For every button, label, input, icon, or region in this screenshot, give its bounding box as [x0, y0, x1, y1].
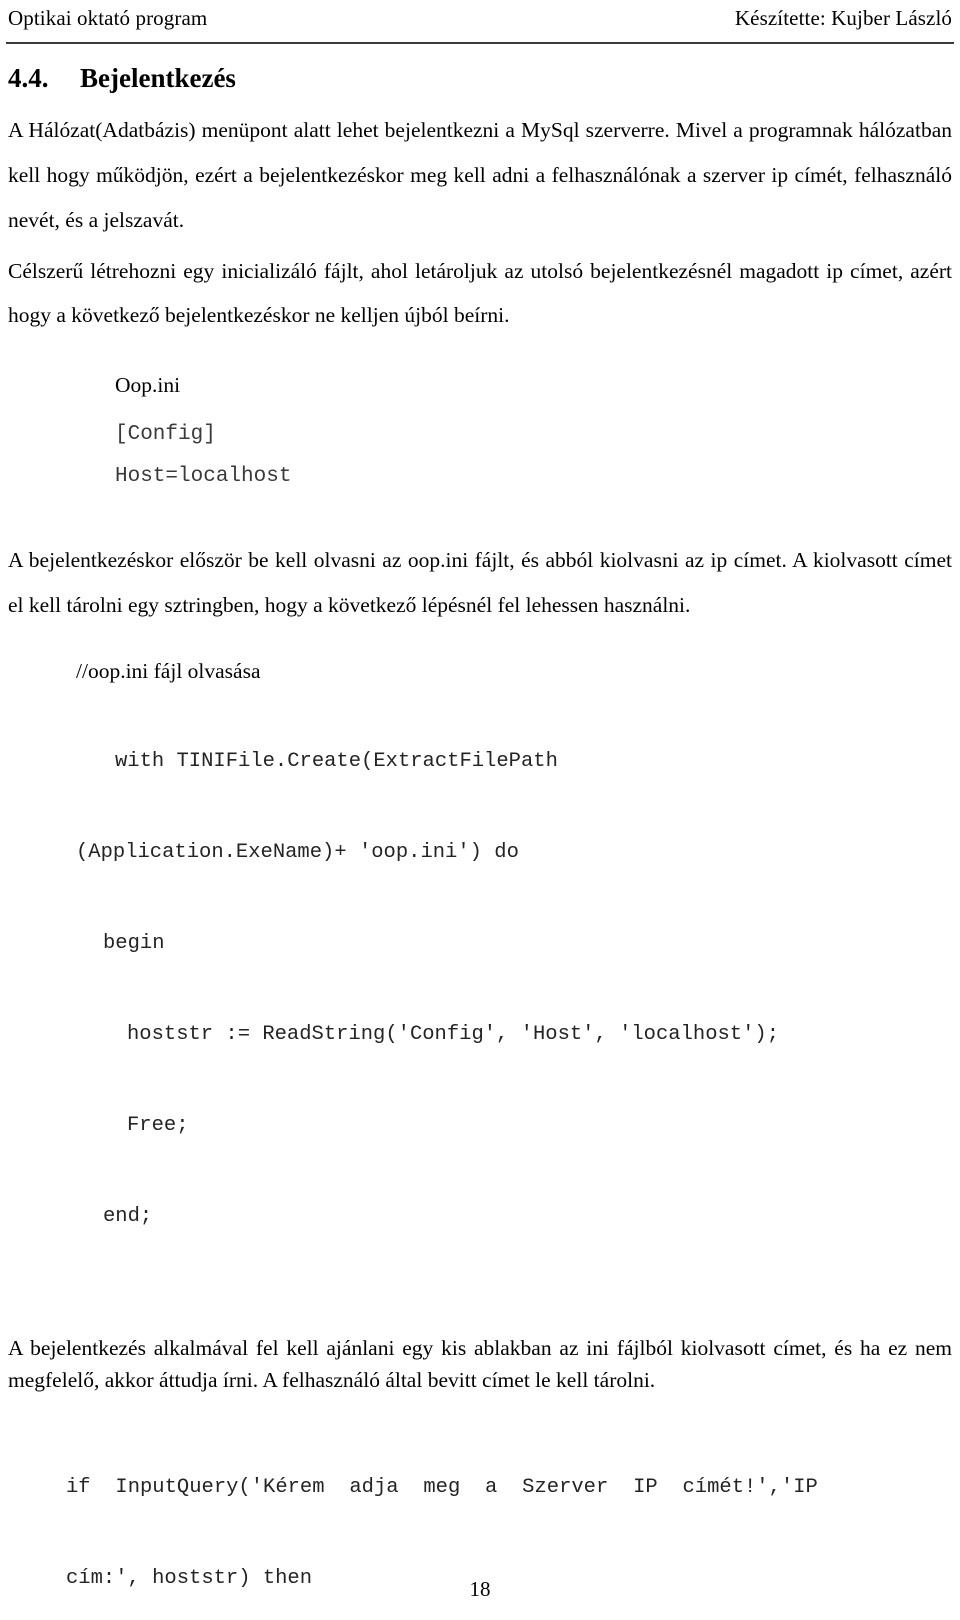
code-line: hoststr := ReadString('Config', 'Host', …: [127, 1023, 780, 1047]
page-header: Optikai oktató program Készítette: Kujbe…: [8, 6, 952, 30]
code-line: begin: [103, 932, 165, 956]
code-comment-read-ini: //oop.ini fájl olvasása: [76, 658, 261, 683]
header-right-author: Készítette: Kujber László: [734, 6, 952, 30]
section-heading: 4.4. Bejelentkezés: [8, 62, 952, 94]
paragraph-read-ini: A bejelentkezéskor először be kell olvas…: [8, 548, 952, 618]
ini-host-entry: Host=localhost: [115, 465, 292, 489]
page-number: 18: [469, 1576, 491, 1601]
code-line: (Application.ExeName)+ 'oop.ini') do: [76, 841, 519, 865]
header-left-title: Optikai oktató program: [8, 6, 208, 30]
ini-file-block: Oop.ini [Config] Host=localhost: [8, 373, 952, 499]
header-divider-rule: [6, 42, 954, 44]
code-body-read-ini: with TINIFile.Create(ExtractFilePath (Ap…: [8, 687, 952, 1294]
code-line: if InputQuery('Kérem adja meg a Szerver …: [66, 1476, 818, 1500]
document-page: Optikai oktató program Készítette: Kujbe…: [0, 0, 960, 1620]
ini-file-name: Oop.ini: [115, 372, 181, 397]
paragraph-login-prompt: A bejelentkezés alkalmával fel kell aján…: [8, 1336, 952, 1392]
code-line: end;: [103, 1205, 153, 1229]
code-line: with TINIFile.Create(ExtractFilePath: [115, 750, 558, 774]
section-title: Bejelentkezés: [80, 63, 236, 93]
paragraph-intro: A Hálózat(Adatbázis) menüpont alatt lehe…: [8, 118, 952, 232]
section-number: 4.4.: [8, 63, 49, 93]
code-line: Free;: [127, 1114, 189, 1138]
code-block-read-ini: //oop.ini fájl olvasása with TINIFile.Cr…: [8, 658, 952, 1293]
paragraph-ini-rationale: Célszerű létrehozni egy inicializáló fáj…: [8, 258, 952, 327]
ini-section-header: [Config]: [115, 423, 216, 447]
page-content: 4.4. Bejelentkezés A Hálózat(Adatbázis) …: [8, 62, 952, 1620]
